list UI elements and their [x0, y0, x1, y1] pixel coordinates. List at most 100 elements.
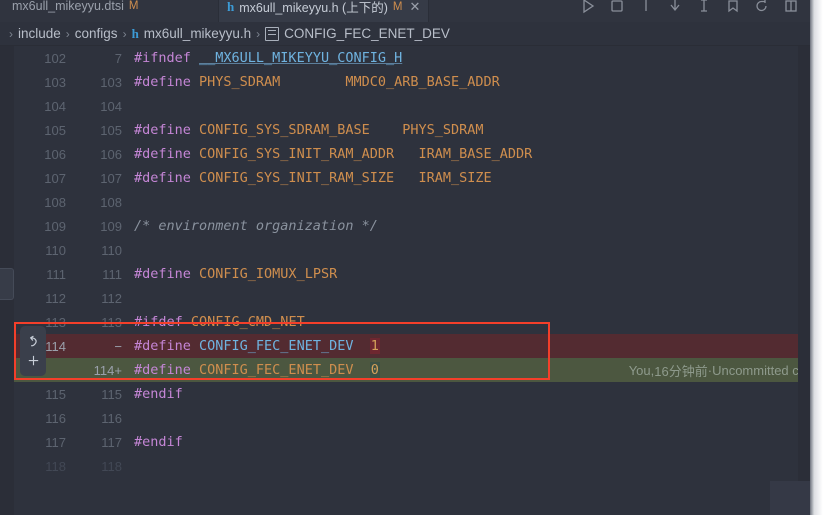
code-line[interactable]: 104 104 — [14, 94, 810, 118]
line-number-new: 110 — [101, 242, 122, 258]
stop-icon[interactable] — [609, 0, 625, 14]
left-tool-window-tab[interactable] — [0, 268, 14, 300]
line-number-old: 102 — [44, 50, 66, 66]
code-line[interactable]: 106 106 #define CONFIG_SYS_INIT_RAM_ADDR I… — [14, 142, 810, 166]
line-number-new: 113 — [101, 314, 122, 330]
diff-gutter-actions[interactable] — [20, 326, 46, 376]
editor-tab-label: mx6ull_mikeyyu.h (上下的) — [239, 1, 388, 15]
code-line-text: #define CONFIG_SYS_INIT_RAM_SIZE IRAM_SI… — [134, 170, 492, 186]
chevron-right-icon: › — [65, 26, 70, 41]
code-line[interactable]: 118 118 — [14, 454, 810, 478]
line-number-new: 7 — [114, 50, 122, 66]
editor-tab-label: mx6ull_mikeyyu.dtsi — [12, 0, 124, 13]
line-number-new: 118 — [101, 458, 122, 474]
code-line[interactable]: 110 110 — [14, 238, 810, 262]
editor-toolbar: ⋯ — [580, 0, 827, 21]
line-number-old: 116 — [45, 410, 66, 426]
code-line[interactable]: 109 109 /* environment organization */ — [14, 214, 810, 238]
code-line[interactable]: 105 105 #define CONFIG_SYS_SDRAM_BASE PHYS… — [14, 118, 810, 142]
line-number-new: 117 — [101, 434, 122, 450]
breadcrumb-leading-chevron: › — [9, 26, 13, 41]
download-icon[interactable] — [667, 0, 683, 14]
tab-modified-flag: M — [128, 0, 139, 12]
code-line[interactable]: 115 115 #endif — [14, 382, 810, 406]
line-number-old: 111 — [46, 266, 66, 282]
line-number-new: 116 — [101, 410, 122, 426]
editor-window: mx6ull_mikeyyu.dtsi M h mx6ull_mikeyyu.h… — [0, 0, 833, 515]
code-line[interactable]: 116 116 — [14, 406, 810, 430]
code-line[interactable]: 108 108 — [14, 190, 810, 214]
line-number-new: 104 — [100, 98, 122, 114]
code-line-text: #define CONFIG_SYS_SDRAM_BASE PHYS_SDRAM — [134, 122, 484, 138]
more-vert-icon[interactable] — [638, 0, 654, 14]
tab-modified-flag: M — [392, 0, 403, 13]
run-icon[interactable] — [580, 0, 596, 14]
code-line-text: #endif — [134, 434, 183, 450]
blame-message: Uncommitted ch — [712, 362, 806, 378]
code-line-text: #define CONFIG_SYS_INIT_RAM_ADDR IRAM_BA… — [134, 146, 533, 162]
line-number-new: 109 — [100, 218, 122, 234]
editor-corner-block — [770, 481, 810, 515]
line-number-old: 105 — [44, 122, 66, 138]
code-line[interactable]: 113 113 #ifdef CONFIG_CMD_NET — [14, 310, 810, 334]
line-number-old: 106 — [44, 146, 66, 162]
line-number-new: 107 — [100, 170, 122, 186]
line-number-old: 104 — [44, 98, 66, 114]
code-line-text: #define CONFIG_FEC_ENET_DEV 1 — [134, 338, 380, 354]
layout-icon[interactable] — [783, 0, 799, 14]
line-number-old: 118 — [45, 458, 66, 474]
blame-author: You, — [628, 362, 655, 378]
breadcrumb-item-symbol[interactable]: CONFIG_FEC_ENET_DEV — [284, 26, 450, 41]
code-line-removed[interactable]: 114− #define CONFIG_FEC_ENET_DEV 1 — [14, 334, 810, 358]
bookmark-icon[interactable] — [725, 0, 741, 14]
code-line-text: /* environment organization */ — [134, 218, 378, 234]
line-number-new: − — [114, 338, 122, 354]
breadcrumb-item-include[interactable]: include — [18, 26, 61, 41]
revert-icon[interactable] — [26, 335, 41, 350]
line-number-new: 112 — [101, 290, 122, 306]
code-line[interactable]: 103 103 #define PHYS_SDRAM MMDC0_ARB_BASE_… — [14, 70, 810, 94]
blame-time: 16分钟前 — [654, 363, 708, 379]
editor-right-gutter[interactable] — [798, 46, 810, 515]
line-number-old: 115 — [45, 386, 66, 402]
history-icon[interactable] — [754, 0, 770, 14]
code-line-text: #ifdef CONFIG_CMD_NET — [134, 314, 305, 330]
line-number-old: 117 — [45, 434, 66, 450]
line-number-old: 112 — [45, 290, 66, 306]
left-tool-strip — [0, 46, 14, 515]
git-blame-annotation[interactable]: You, 16分钟前 · Uncommitted ch — [629, 358, 810, 382]
code-line[interactable]: 111 111 #define CONFIG_IOMUX_LPSR — [14, 262, 810, 286]
close-icon[interactable]: ✕ — [409, 0, 420, 15]
line-number-new: 115 — [101, 386, 122, 402]
breadcrumb-item-file[interactable]: mx6ull_mikeyyu.h — [144, 26, 251, 41]
code-line-added[interactable]: 114+ #define CONFIG_FEC_ENET_DEV 0 You, 16… — [14, 358, 810, 382]
line-number-new: 105 — [100, 122, 122, 138]
struct-member-icon — [265, 26, 280, 41]
code-line[interactable]: 107 107 #define CONFIG_SYS_INIT_RAM_SIZE I… — [14, 166, 810, 190]
code-line[interactable]: 102 7 #ifndef __MX6ULL_MIKEYYU_CONFIG_H — [14, 46, 810, 70]
desktop-right-edge — [810, 0, 833, 515]
editor-tab-active[interactable]: h mx6ull_mikeyyu.h (上下的) M ✕ — [218, 0, 430, 22]
line-number-old: 103 — [44, 74, 66, 90]
line-number-new: 111 — [102, 266, 122, 282]
line-number-new: 106 — [100, 146, 122, 162]
beaker-icon[interactable] — [696, 0, 712, 14]
breadcrumb: › include › configs › h mx6ull_mikeyyu.h… — [0, 22, 833, 46]
code-line-text: #define PHYS_SDRAM MMDC0_ARB_BASE_ADDR — [134, 74, 500, 90]
h-file-icon: h — [131, 25, 139, 41]
line-number-new: 108 — [100, 194, 122, 210]
line-number-old: 108 — [44, 194, 66, 210]
code-line[interactable]: 112 112 — [14, 286, 810, 310]
editor-tab-inactive[interactable]: mx6ull_mikeyyu.dtsi M — [4, 0, 146, 22]
code-line[interactable]: 117 117 #endif — [14, 430, 810, 454]
line-number-new: 103 — [100, 74, 122, 90]
line-number-old: 107 — [44, 170, 66, 186]
code-line-text: #ifndef __MX6ULL_MIKEYYU_CONFIG_H — [134, 50, 403, 66]
code-editor[interactable]: 102 7 #ifndef __MX6ULL_MIKEYYU_CONFIG_H 103… — [14, 46, 810, 515]
chevron-right-icon: › — [256, 26, 261, 41]
line-number-old: 109 — [44, 218, 66, 234]
breadcrumb-item-configs[interactable]: configs — [75, 26, 118, 41]
add-icon[interactable] — [26, 353, 41, 368]
chevron-right-icon: › — [122, 26, 127, 41]
editor-tab-bar: mx6ull_mikeyyu.dtsi M h mx6ull_mikeyyu.h… — [0, 0, 833, 23]
